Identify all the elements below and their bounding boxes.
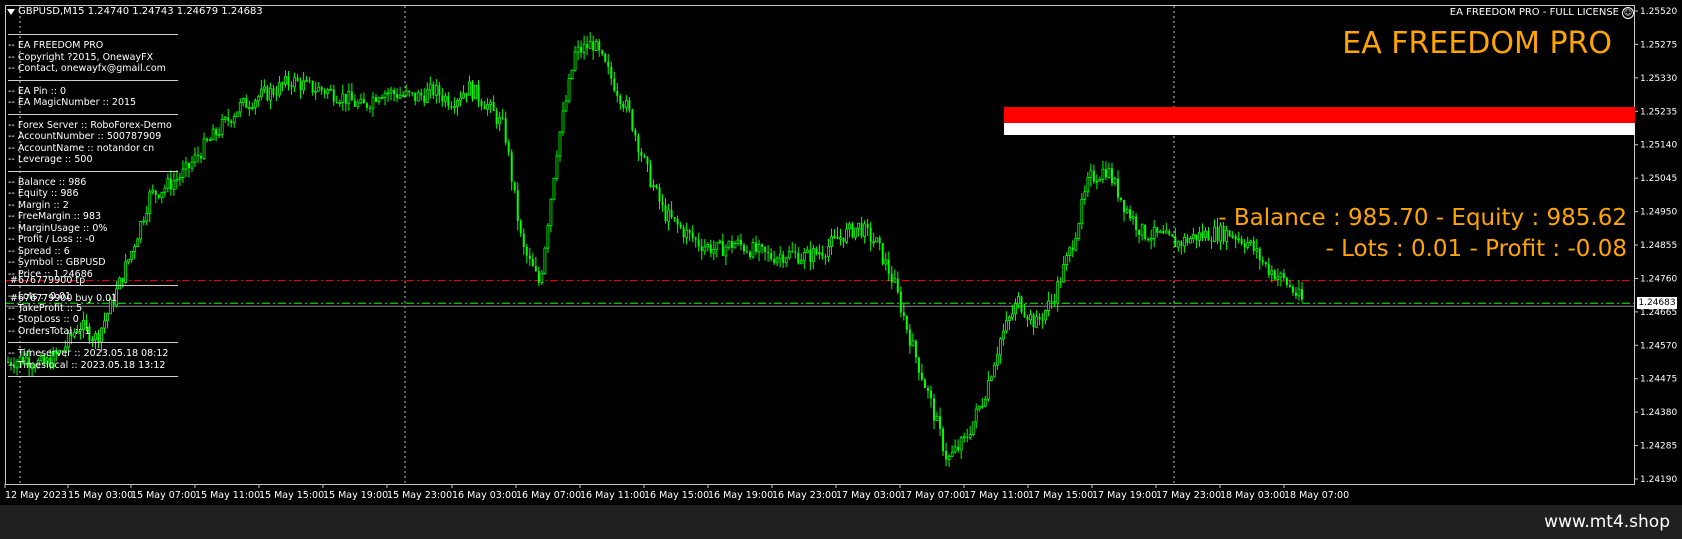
info-line: -- TakeProfit :: 5 <box>8 302 83 314</box>
x-tick-label: 17 May 23:00 <box>1156 490 1221 501</box>
y-tick-label: 1.24760 <box>1640 274 1677 284</box>
x-tick-label: 17 May 15:00 <box>1028 490 1093 501</box>
info-separator <box>8 170 178 172</box>
info-line: -- Leverage :: 500 <box>8 154 93 165</box>
smiley-icon[interactable]: ☺ <box>1622 7 1634 19</box>
y-tick-label: 1.25520 <box>1640 7 1677 17</box>
info-line: -- EA MagicNumber :: 2015 <box>8 97 137 108</box>
white-status-bar <box>1004 123 1635 135</box>
y-tick-label: 1.24285 <box>1640 442 1677 452</box>
x-tick-label: 16 May 07:00 <box>516 490 581 501</box>
x-tick-label: 16 May 23:00 <box>772 490 837 501</box>
info-line: -- StopLoss :: 0 <box>8 314 79 325</box>
info-line: -- MarginUsage :: 0% <box>8 222 108 234</box>
y-tick-label: 1.25045 <box>1640 174 1677 184</box>
y-tick-label: 1.24950 <box>1640 208 1677 218</box>
ea-title: EA FREEDOM PRO <box>1342 26 1612 61</box>
x-tick-label: 15 May 23:00 <box>387 490 452 501</box>
y-tick-label: 1.25330 <box>1640 74 1677 84</box>
info-line: -- EA Pin :: 0 <box>8 85 67 97</box>
info-separator <box>8 342 178 343</box>
buy-order-label[interactable]: #676779900 buy 0.01 <box>10 293 117 304</box>
x-tick-label: 18 May 07:00 <box>1284 490 1349 501</box>
info-line: -- EA FREEDOM PRO <box>8 40 104 51</box>
info-separator <box>8 34 178 35</box>
x-tick-label: 18 May 03:00 <box>1220 490 1285 501</box>
red-status-bar <box>1004 107 1635 123</box>
x-tick-label: 17 May 19:00 <box>1092 490 1157 501</box>
info-line: -- Forex Server :: RoboForex-Demo <box>8 119 172 131</box>
x-tick-label: 15 May 03:00 <box>68 490 133 501</box>
info-panel: -- EA FREEDOM PRO -- Copyright ?2015, One… <box>8 29 178 382</box>
info-separator <box>8 113 178 115</box>
y-tick-label: 1.25235 <box>1640 107 1677 117</box>
x-tick-label: 16 May 15:00 <box>644 490 709 501</box>
tp-order-label[interactable]: #676779900 tp <box>10 275 85 286</box>
x-tick-label: 12 May 2023 <box>5 490 67 501</box>
symbol-header: GBPUSD,M15 1.24740 1.24743 1.24679 1.246… <box>18 6 263 17</box>
info-separator <box>8 79 178 81</box>
info-line: -- Timeslocal :: 2023.05.18 13:12 <box>8 359 166 371</box>
x-tick-label: 17 May 11:00 <box>964 490 1029 501</box>
x-tick-label: 15 May 07:00 <box>131 490 196 501</box>
info-line: -- FreeMargin :: 983 <box>8 211 102 222</box>
info-line: -- AccountNumber :: 500787909 <box>8 131 162 142</box>
x-tick-label: 15 May 19:00 <box>323 490 388 501</box>
info-line: -- Contact, onewayfx@gmail.com <box>8 63 166 74</box>
x-tick-label: 15 May 11:00 <box>195 490 260 501</box>
lots-profit-stats: - Lots : 0.01 - Profit : -0.08 <box>1325 236 1627 262</box>
info-line: -- Symbol :: GBPUSD <box>8 257 106 268</box>
y-tick-label: 1.24190 <box>1640 475 1677 485</box>
info-line: -- Balance :: 986 <box>8 176 87 188</box>
y-tick-label: 1.24475 <box>1640 375 1677 385</box>
x-tick-label: 15 May 15:00 <box>259 490 324 501</box>
x-tick-label: 16 May 19:00 <box>708 490 773 501</box>
x-tick-label: 16 May 03:00 <box>452 490 517 501</box>
info-separator <box>8 376 178 377</box>
y-tick-label: 1.25275 <box>1640 40 1677 50</box>
current-price-tag: 1.24683 <box>1637 297 1677 310</box>
x-tick-label: 16 May 11:00 <box>580 490 645 501</box>
y-tick-label: 1.24855 <box>1640 241 1677 251</box>
info-line: -- Copyright ?2015, OnewayFX <box>8 51 154 63</box>
y-tick-label: 1.25140 <box>1640 141 1677 151</box>
info-line: -- Spread :: 6 <box>8 245 70 257</box>
info-line: -- OrdersTotal :: 1 <box>8 325 91 337</box>
info-line: -- AccountName :: notandor cn <box>8 142 155 154</box>
y-tick-label: 1.24380 <box>1640 408 1677 418</box>
y-tick-label: 1.24665 <box>1640 308 1677 318</box>
chart-window[interactable]: 1.25520 1.25275 1.25330 1.25235 1.25140 1.250… <box>0 0 1682 505</box>
footer-url[interactable]: www.mt4.shop <box>1544 512 1670 532</box>
balance-equity-stats: - Balance : 985.70 - Equity : 985.62 <box>1218 205 1627 231</box>
info-line: -- Profit / Loss :: -0 <box>8 234 95 245</box>
footer-bar: www.mt4.shop <box>0 505 1682 539</box>
x-tick-label: 17 May 07:00 <box>900 490 965 501</box>
license-text: EA FREEDOM PRO - FULL LICENSE <box>1449 7 1619 18</box>
info-line: -- Margin :: 2 <box>8 199 69 211</box>
dropdown-triangle-icon[interactable] <box>7 9 15 15</box>
info-line: -- Equity :: 986 <box>8 188 79 199</box>
y-tick-label: 1.24570 <box>1640 341 1677 351</box>
x-tick-label: 17 May 03:00 <box>836 490 901 501</box>
info-line: -- Timeserver :: 2023.05.18 08:12 <box>8 348 169 359</box>
license-label: EA FREEDOM PRO - FULL LICENSE ☺ <box>1450 7 1634 19</box>
